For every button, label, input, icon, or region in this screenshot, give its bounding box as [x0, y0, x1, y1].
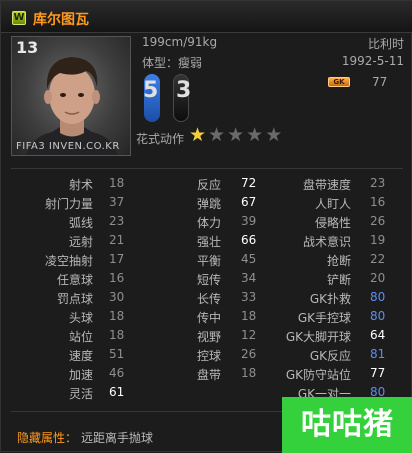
player-portrait: 13 FIFA3 INVEN.CO.KR [11, 36, 131, 156]
stat-label: 体力 [196, 216, 221, 230]
stat-value: 39 [241, 214, 257, 228]
stat-value: 61 [109, 385, 125, 399]
stat-value: 12 [241, 328, 257, 342]
portrait-watermark: FIFA3 INVEN.CO.KR [16, 141, 120, 152]
skill-moves-stars: ★ ★ ★ ★ ★ [189, 126, 282, 145]
card-header: W 库尔图瓦 [1, 1, 412, 33]
stat-label: 铲断 [326, 273, 351, 287]
stat-value: 23 [109, 214, 125, 228]
stat-label: 反应 [196, 178, 221, 192]
stat-label: GK防守站位 [285, 368, 351, 382]
stat-value: 33 [241, 290, 257, 304]
stat-label: 盘带 [196, 368, 221, 382]
stat-label: 侵略性 [314, 216, 351, 230]
stat-label: 头球 [68, 311, 93, 325]
stat-label: 长传 [196, 292, 221, 306]
stat-value: 26 [370, 214, 386, 228]
stat-label: 灵活 [68, 387, 93, 401]
stat-label: 传中 [196, 311, 221, 325]
stat-label: GK反应 [309, 349, 351, 363]
stat-label: 射术 [68, 178, 93, 192]
star-empty-icon: ★ [227, 124, 245, 146]
site-logo: 咕咕猪 [282, 397, 412, 453]
stat-value: 45 [241, 252, 257, 266]
stat-label: 控球 [196, 349, 221, 363]
stat-label: 射门力量 [44, 197, 93, 211]
stat-value: 18 [241, 309, 257, 323]
star-filled-icon: ★ [189, 124, 207, 146]
stat-value: 51 [109, 347, 125, 361]
skill-moves-label: 花式动作 [136, 132, 185, 146]
stat-value: 30 [109, 290, 125, 304]
stat-label: 远射 [68, 235, 93, 249]
player-card: W 库尔图瓦 13 FIFA3 INVEN.CO.KR 199cm/91kg 比… [0, 0, 412, 453]
stat-value: 18 [109, 309, 125, 323]
stat-value: 26 [241, 347, 257, 361]
birth-date: 1992-5-11 [341, 54, 404, 68]
body-type: 体型：瘦弱 [142, 56, 203, 70]
stat-value: 72 [241, 176, 257, 190]
stat-value: 16 [370, 195, 386, 209]
stat-value: 81 [370, 347, 386, 361]
stat-value: 18 [109, 328, 125, 342]
player-rating: 13 [16, 38, 39, 57]
stat-value: 80 [370, 309, 386, 323]
stat-label: 站位 [68, 330, 93, 344]
stat-label: 人盯人 [314, 197, 351, 211]
position-tag: GK [328, 77, 350, 87]
stat-value: 46 [109, 366, 125, 380]
stat-label: GK大脚开球 [285, 330, 351, 344]
nationality: 比利时 [367, 37, 404, 51]
stat-value: 16 [109, 271, 125, 285]
stat-value: 67 [241, 195, 257, 209]
stat-value: 18 [241, 366, 257, 380]
stat-value: 20 [370, 271, 386, 285]
star-empty-icon: ★ [246, 124, 264, 146]
stat-value: 80 [370, 290, 386, 304]
stat-label: 抢断 [326, 254, 351, 268]
position-rating: 77 [372, 75, 388, 89]
height-weight: 199cm/91kg [142, 35, 218, 49]
stat-value: 19 [370, 233, 386, 247]
hidden-attributes-label: 隐藏属性： [17, 431, 78, 445]
stat-label: 加速 [68, 368, 93, 382]
star-empty-icon: ★ [265, 124, 283, 146]
stat-value: 66 [241, 233, 257, 247]
stat-value: 22 [370, 252, 386, 266]
hidden-attributes: 隐藏属性： 远距离手抛球 [17, 429, 153, 446]
stat-label: 罚点球 [56, 292, 93, 306]
stat-label: 视野 [196, 330, 221, 344]
hidden-attributes-value: 远距离手抛球 [81, 431, 154, 445]
stat-label: 短传 [196, 273, 221, 287]
player-badge-icon: W [12, 11, 26, 25]
stat-label: 平衡 [196, 254, 221, 268]
star-empty-icon: ★ [208, 124, 226, 146]
stat-label: GK手控球 [297, 311, 351, 325]
stat-label: 凌空抽射 [44, 254, 93, 268]
stat-value: 77 [370, 366, 386, 380]
stats-divider-top [11, 168, 403, 169]
stat-label: 战术意识 [302, 235, 351, 249]
stat-label: 强壮 [196, 235, 221, 249]
stat-label: 弹跳 [196, 197, 221, 211]
right-foot-rating: 3 [176, 78, 192, 103]
stat-value: 17 [109, 252, 125, 266]
stat-value: 34 [241, 271, 257, 285]
stat-label: 弧线 [68, 216, 93, 230]
stat-label: 任意球 [56, 273, 93, 287]
stat-value: 37 [109, 195, 125, 209]
stat-label: 速度 [68, 349, 93, 363]
stat-value: 21 [109, 233, 125, 247]
stat-value: 18 [109, 176, 125, 190]
stat-value: 64 [370, 328, 386, 342]
stat-label: 盘带速度 [302, 178, 351, 192]
stat-label: GK扑救 [309, 292, 351, 306]
left-foot-rating: 5 [143, 78, 159, 103]
stat-value: 23 [370, 176, 386, 190]
player-name: 库尔图瓦 [33, 12, 89, 28]
